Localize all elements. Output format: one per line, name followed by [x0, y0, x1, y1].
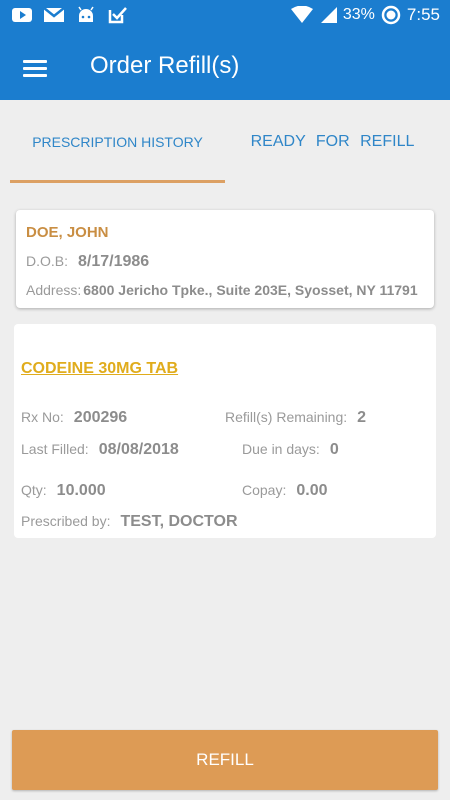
signal-icon: [320, 7, 337, 23]
tab-bar: PRESCRIPTION HISTORY READY FOR REFILL: [0, 100, 450, 184]
rx-no-label: Rx No:: [21, 409, 64, 425]
copay-value: 0.00: [296, 482, 328, 499]
active-tab-indicator: [10, 180, 225, 183]
medication-name-link[interactable]: CODEINE 30MG TAB: [21, 360, 178, 378]
hamburger-menu-icon[interactable]: [18, 50, 54, 86]
dob-value: 8/17/1986: [78, 253, 150, 270]
refill-button[interactable]: REFILL: [12, 730, 438, 790]
status-bar: 33% 7:55: [0, 0, 450, 32]
prescribed-by-value: TEST, DOCTOR: [120, 513, 238, 530]
wifi-icon: [290, 6, 313, 23]
last-filled-label: Last Filled:: [21, 441, 89, 457]
refills-remaining-value: 2: [357, 409, 367, 426]
youtube-icon: [12, 8, 32, 22]
task-icon: [108, 7, 127, 24]
dob-label: D.O.B:: [26, 253, 69, 269]
battery-icon: [381, 5, 401, 25]
battery-percent: 33%: [342, 6, 375, 23]
patient-card: DOE, JOHN D.O.B: 8/17/1986 Address: 6800…: [16, 210, 434, 308]
tab-ready-for-refill[interactable]: READY FOR REFILL: [235, 100, 430, 184]
page-title: Order Refill(s): [90, 52, 240, 79]
prescribed-by-label: Prescribed by:: [21, 513, 111, 529]
address-value: 6800 Jericho Tpke., Suite 203E, Syosset,…: [83, 282, 418, 298]
due-in-days-label: Due in days:: [242, 441, 320, 457]
app-bar: 33% 7:55 Order Refill(s): [0, 0, 450, 100]
patient-name: DOE, JOHN: [26, 224, 109, 241]
address-label: Address:: [26, 282, 82, 298]
toolbar: Order Refill(s): [0, 40, 450, 96]
qty-value: 10.000: [56, 482, 106, 499]
last-filled-value: 08/08/2018: [98, 441, 179, 458]
tab-prescription-history[interactable]: PRESCRIPTION HISTORY: [10, 100, 225, 184]
qty-label: Qty:: [21, 482, 47, 498]
clock: 7:55: [406, 5, 440, 24]
copay-label: Copay:: [242, 482, 287, 498]
android-icon: [78, 6, 94, 22]
rx-no-value: 200296: [73, 409, 128, 426]
due-in-days-value: 0: [329, 441, 339, 458]
prescription-card[interactable]: CODEINE 30MG TAB Rx No: 200296 Refill(s)…: [14, 324, 436, 538]
refills-remaining-label: Refill(s) Remaining:: [225, 409, 348, 425]
gmail-icon: [44, 7, 64, 22]
